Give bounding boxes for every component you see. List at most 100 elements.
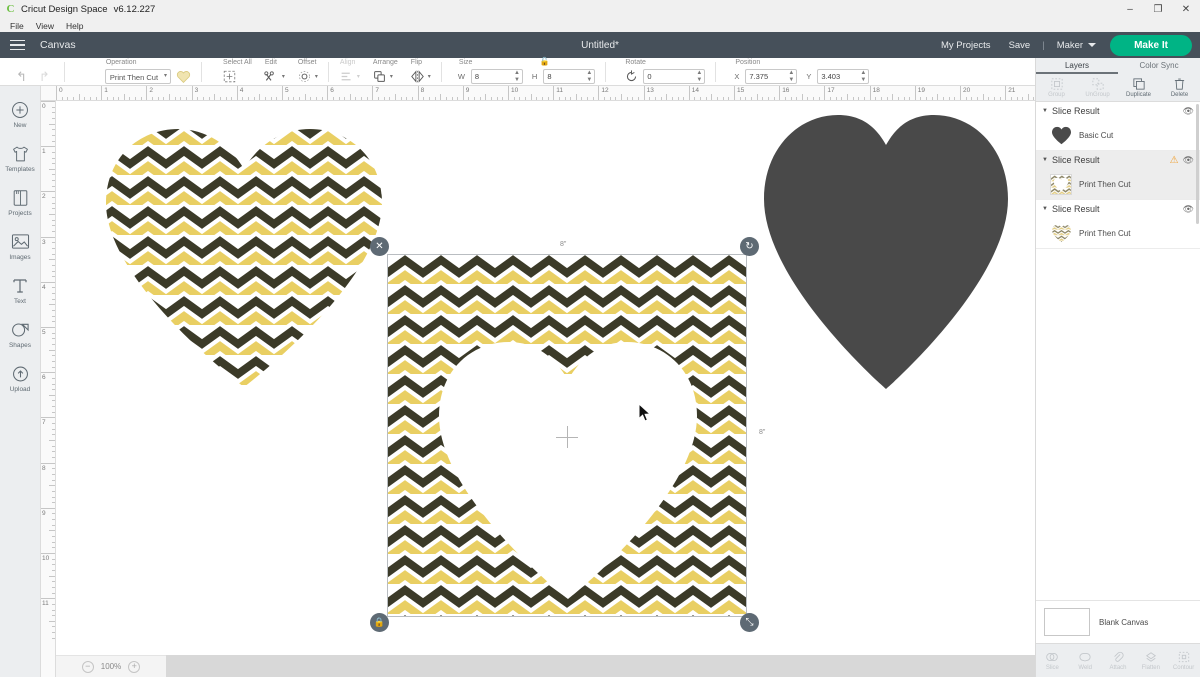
ruler-tick-minor [253, 97, 255, 100]
height-input[interactable]: 8 ▲ ▼ [543, 69, 596, 84]
flip-caret-icon[interactable]: ▾ [428, 73, 431, 80]
flatten-button: Flatten [1134, 644, 1167, 677]
design-canvas[interactable]: 8" 8" ✕ ↻ 🔒 ⤡ Craft WITH Sarah [56, 101, 1035, 677]
chevron-down-icon[interactable]: ▼ [1042, 108, 1048, 114]
blank-canvas-swatch[interactable] [1044, 608, 1090, 636]
pos-y-input[interactable]: 3.403 ▲ ▼ [817, 69, 870, 84]
pos-y-stepper[interactable]: ▲ ▼ [860, 70, 866, 84]
ruler-tick-minor [1016, 97, 1018, 100]
height-stepper[interactable]: ▲ ▼ [586, 70, 592, 84]
ruler-tick-minor [739, 97, 741, 100]
app-version: v6.12.227 [113, 4, 156, 15]
aspect-lock-handle[interactable]: 🔒 [370, 613, 389, 632]
ruler-tick-minor [637, 97, 639, 100]
ruler-number: 1 [104, 87, 108, 94]
ruler-tick-major [41, 101, 55, 102]
sidebar-item-templates[interactable]: Templates [0, 136, 41, 180]
menu-item-help[interactable]: Help [60, 21, 89, 31]
layers-scrollbar[interactable] [1196, 104, 1199, 224]
rotate-stepper[interactable]: ▲ ▼ [696, 70, 702, 84]
horizontal-ruler[interactable]: 0 1 2 3 4 5 6 7 8 9 10 11 12 13 14 15 16 17 18 19 20 21 [41, 86, 1035, 101]
layer-group[interactable]: ▼ Slice Result ⚠ 👁 Print Then Cut [1036, 151, 1200, 200]
tab-color-sync[interactable]: Color Sync [1118, 58, 1200, 74]
ruler-tick-minor [78, 94, 80, 100]
layers-list[interactable]: ▼ Slice Result 👁 Basic Cut ▼ Slice Resul… [1036, 102, 1200, 600]
layer-group[interactable]: ▼ Slice Result 👁 Basic Cut [1036, 102, 1200, 151]
ruler-tick-major [41, 236, 55, 238]
sidebar-item-new[interactable]: New [0, 92, 41, 136]
slice-icon [1046, 650, 1059, 663]
layer-group[interactable]: ▼ Slice Result 👁 Print Then Cut [1036, 200, 1200, 249]
zoom-in-button[interactable]: + [128, 660, 141, 673]
make-it-button[interactable]: Make It [1110, 34, 1192, 56]
layer-row[interactable]: Print Then Cut [1036, 169, 1200, 199]
edit-icon[interactable] [264, 69, 279, 84]
edit-caret-icon[interactable]: ▾ [282, 73, 285, 80]
close-icon[interactable]: ✕ [1172, 0, 1200, 19]
layer-group-header[interactable]: ▼ Slice Result ⚠ 👁 [1036, 151, 1200, 169]
layer-group-header[interactable]: ▼ Slice Result 👁 [1036, 102, 1200, 120]
aspect-lock-icon[interactable]: 🔓 [540, 57, 550, 66]
tab-layers[interactable]: Layers [1036, 58, 1118, 74]
ruler-tick-major [598, 86, 600, 100]
hamburger-menu-icon[interactable] [0, 39, 34, 51]
ruler-number: 19 [917, 87, 926, 94]
sidebar-item-images[interactable]: Images [0, 224, 41, 268]
sidebar-item-shapes[interactable]: Shapes [0, 312, 41, 356]
ruler-tick-minor [654, 97, 656, 100]
maximize-icon[interactable]: ❐ [1144, 0, 1172, 19]
width-stepper[interactable]: ▲ ▼ [514, 70, 520, 84]
ruler-tick-minor [52, 541, 55, 543]
layer-row[interactable]: Print Then Cut [1036, 218, 1200, 248]
layer-row[interactable]: Basic Cut [1036, 120, 1200, 150]
flip-icon[interactable] [410, 69, 425, 84]
visibility-eye-icon[interactable]: 👁 [1183, 204, 1194, 215]
ruler-number: 5 [285, 87, 289, 94]
width-input[interactable]: 8 ▲ ▼ [470, 69, 523, 84]
arrange-caret-icon[interactable]: ▾ [390, 73, 393, 80]
blank-canvas-row[interactable]: Blank Canvas [1036, 601, 1200, 643]
menu-item-view[interactable]: View [30, 21, 60, 31]
offset-caret-icon[interactable]: ▾ [315, 73, 318, 80]
ruler-tick-minor [750, 97, 752, 100]
offset-icon[interactable] [297, 69, 312, 84]
chevron-down-icon[interactable]: ▼ [1042, 157, 1048, 163]
visibility-eye-icon[interactable]: 👁 [1183, 155, 1194, 166]
menu-item-file[interactable]: File [4, 21, 30, 31]
rotate-icon[interactable] [624, 69, 639, 84]
pos-x-stepper[interactable]: ▲ ▼ [788, 70, 794, 84]
my-projects-link[interactable]: My Projects [932, 40, 1000, 51]
flatten-label: Flatten [1141, 665, 1160, 671]
select-all-icon[interactable] [222, 69, 237, 84]
solid-heart-shape-right[interactable] [756, 105, 1016, 395]
vertical-ruler[interactable]: 0 1 2 3 4 5 6 7 8 9 10 11 [41, 101, 56, 677]
duplicate-button[interactable]: Duplicate [1118, 74, 1159, 101]
resize-selection-handle[interactable]: ⤡ [740, 613, 759, 632]
save-button[interactable]: Save [1000, 40, 1040, 51]
ruler-tick-major [56, 86, 57, 100]
sidebar-item-projects[interactable]: Projects [0, 180, 41, 224]
sidebar-item-text[interactable]: Text [0, 268, 41, 312]
sidebar-item-upload[interactable]: Upload [0, 356, 41, 400]
redo-icon[interactable]: ↱ [35, 69, 54, 85]
arrange-icon[interactable] [372, 69, 387, 84]
chevron-heart-shape-left[interactable] [94, 115, 394, 395]
machine-selector[interactable]: Maker [1048, 40, 1101, 51]
undo-icon[interactable]: ↰ [12, 69, 31, 85]
rotate-selection-handle[interactable]: ↻ [740, 237, 759, 256]
ruler-tick-minor [547, 97, 549, 100]
delete-selection-handle[interactable]: ✕ [370, 237, 389, 256]
ruler-tick-minor [52, 513, 55, 515]
warning-triangle-icon[interactable]: ⚠ [1170, 155, 1179, 166]
pos-x-input[interactable]: 7.375 ▲ ▼ [745, 69, 798, 84]
visibility-eye-icon[interactable]: 👁 [1183, 106, 1194, 117]
delete-button[interactable]: Delete [1159, 74, 1200, 101]
zoom-out-button[interactable]: − [81, 660, 94, 673]
layer-group-header[interactable]: ▼ Slice Result 👁 [1036, 200, 1200, 218]
minimize-icon[interactable]: – [1116, 0, 1144, 19]
operation-select[interactable]: Print Then Cut [104, 69, 172, 84]
chevron-down-icon[interactable]: ▼ [1042, 206, 1048, 212]
operation-color-swatch[interactable] [175, 69, 191, 84]
rotate-input[interactable]: 0 ▲ ▼ [643, 69, 706, 84]
ruler-tick-minor [863, 97, 865, 100]
